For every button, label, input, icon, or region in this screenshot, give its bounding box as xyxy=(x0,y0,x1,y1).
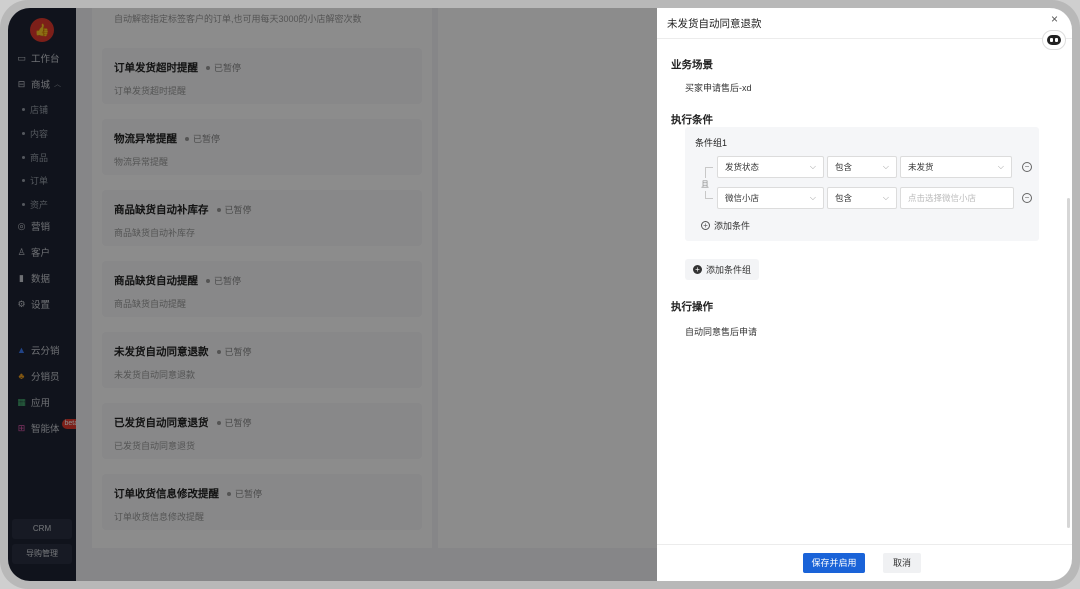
condition-operator-select[interactable]: 包含 ⌵ xyxy=(827,156,897,178)
add-condition-group-button[interactable]: + 添加条件组 xyxy=(685,259,760,280)
chevron-down-icon: ⌵ xyxy=(809,193,816,202)
chevron-down-icon: ⌵ xyxy=(997,162,1004,171)
plus-filled-icon: + xyxy=(693,265,702,274)
remove-condition-icon[interactable]: − xyxy=(1022,162,1032,172)
screen: 👍 ▭ 工作台 ⊟ 商城 ︿ 店铺 内容 商品 订单 资产 ◎ 营销 ♙ 客户 … xyxy=(8,8,1072,581)
condition-operator-select[interactable]: 包含 ⌵ xyxy=(827,187,897,209)
action-value: 自动同意售后申请 xyxy=(685,327,758,337)
plus-circle-icon: + xyxy=(701,221,710,230)
drawer-title: 未发货自动同意退款 xyxy=(667,18,762,30)
condition-section-title: 执行条件 xyxy=(671,114,713,126)
add-condition-button[interactable]: + 添加条件 xyxy=(701,219,750,232)
scene-section-title: 业务场景 xyxy=(671,59,713,71)
device-frame: 👍 ▭ 工作台 ⊟ 商城 ︿ 店铺 内容 商品 订单 资产 ◎ 营销 ♙ 客户 … xyxy=(0,0,1080,589)
condition-field-select[interactable]: 微信小店 ⌵ xyxy=(717,187,824,209)
remove-condition-icon[interactable]: − xyxy=(1022,193,1032,203)
close-icon[interactable]: × xyxy=(1051,12,1058,26)
cancel-button[interactable]: 取消 xyxy=(883,553,921,573)
chevron-down-icon: ⌵ xyxy=(882,193,889,202)
rule-edit-drawer: 未发货自动同意退款 × 业务场景 买家申请售后-xd 执行条件 条件组1 且 发… xyxy=(657,8,1072,581)
divider xyxy=(657,38,1072,39)
assistant-bot-icon[interactable] xyxy=(1042,30,1066,50)
footer-divider xyxy=(657,544,1072,545)
condition-field-select[interactable]: 发货状态 ⌵ xyxy=(717,156,824,178)
add-group-label: 添加条件组 xyxy=(706,265,752,275)
shop-picker-input[interactable]: 点击选择微信小店 xyxy=(900,187,1014,209)
condition-group: 条件组1 且 发货状态 ⌵ 包含 ⌵ 未发货 ⌵ − 微信小店 ⌵ 包含 ⌵ 点击选择微信… xyxy=(685,127,1039,241)
add-condition-label: 添加条件 xyxy=(714,221,751,231)
save-and-enable-button[interactable]: 保存并启用 xyxy=(803,553,865,573)
scrollbar[interactable] xyxy=(1067,198,1070,528)
action-section-title: 执行操作 xyxy=(671,301,713,313)
condition-value-select[interactable]: 未发货 ⌵ xyxy=(900,156,1012,178)
chevron-down-icon: ⌵ xyxy=(882,162,889,171)
and-label: 且 xyxy=(701,178,709,191)
chevron-down-icon: ⌵ xyxy=(809,162,816,171)
condition-group-title: 条件组1 xyxy=(695,138,728,148)
scene-value: 买家申请售后-xd xyxy=(685,83,752,93)
